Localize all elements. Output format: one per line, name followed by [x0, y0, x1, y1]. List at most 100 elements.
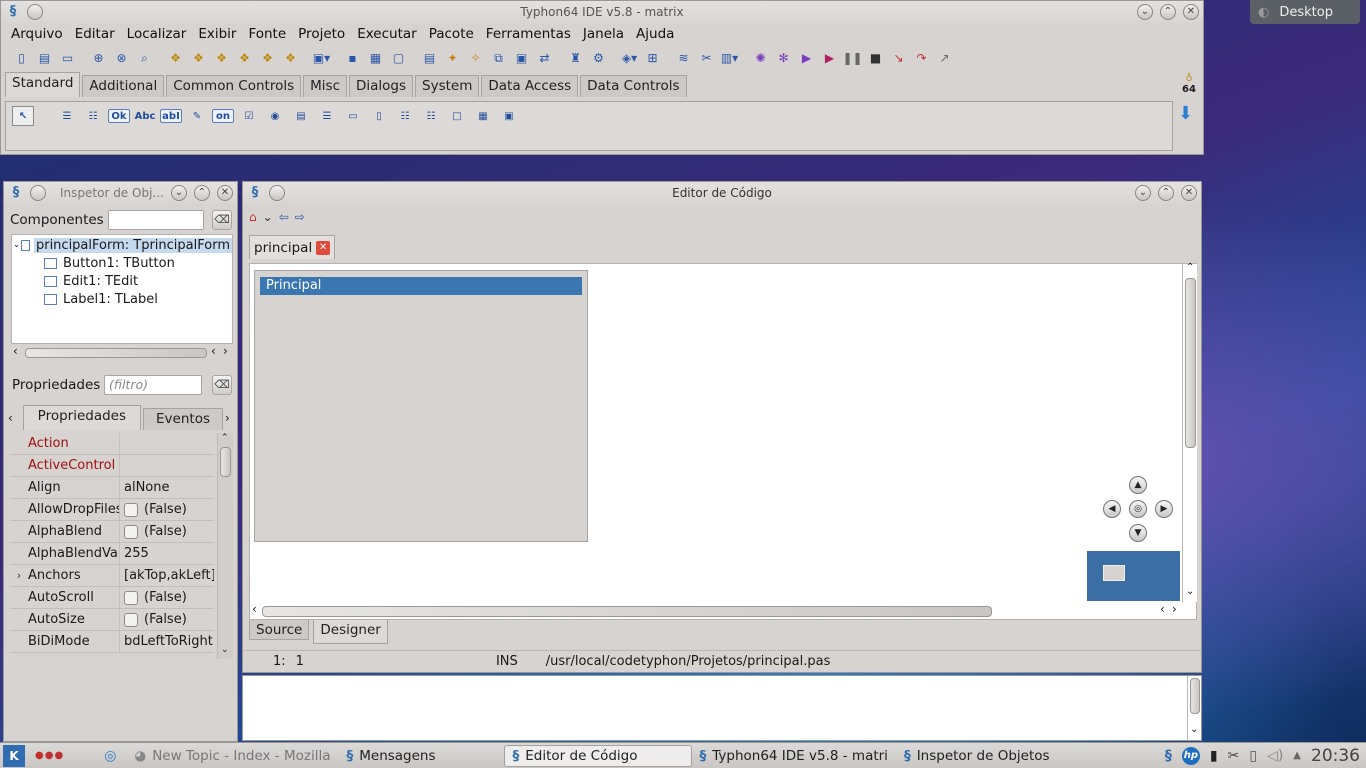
run-debug-icon[interactable]: ▶ [819, 48, 840, 68]
designer-vscrollbar[interactable]: ⌃ ⌄ [1182, 262, 1197, 602]
menu-ajuda[interactable]: Ajuda [630, 26, 680, 42]
combobox-icon[interactable]: ☰ [316, 106, 338, 126]
step-into-icon[interactable]: ↘ [888, 48, 909, 68]
props-vscrollbar[interactable]: ⌃ ⌄ [217, 433, 233, 659]
pause-icon[interactable]: ❚❚ [842, 48, 863, 68]
tabs-scroll-left-icon[interactable]: ‹ [8, 411, 23, 430]
scrollbar-icon[interactable]: ▭ [342, 106, 364, 126]
messages-vscrollbar[interactable]: ⌄ [1187, 676, 1201, 740]
property-row[interactable]: AutoSize (False) [10, 609, 214, 631]
package-icon-3[interactable]: ❖ [211, 48, 232, 68]
volume-icon[interactable]: ◁) [1267, 748, 1283, 764]
tab-propriedades[interactable]: Propriedades [22, 405, 142, 430]
tree-item-form[interactable]: ⌄ principalForm: TprincipalForm [12, 236, 232, 254]
tab-misc[interactable]: Misc [303, 75, 347, 97]
tab-dialogs[interactable]: Dialogs [349, 75, 414, 97]
paste-icon[interactable]: ▣ [511, 48, 532, 68]
tree-hscrollbar[interactable]: ‹ ‹ › [11, 344, 233, 360]
view-units-icon[interactable]: ▤ [419, 48, 440, 68]
filter-clear-icon[interactable]: ⌫ [212, 375, 232, 395]
tab-data-controls[interactable]: Data Controls [580, 75, 687, 97]
close-tab-icon[interactable]: ✕ [316, 240, 331, 255]
minimap[interactable] [1087, 551, 1180, 601]
typhon-tray-icon[interactable]: § [1165, 748, 1172, 764]
property-row[interactable]: › Anchors [akTop,akLeft] [10, 565, 214, 587]
typhon-app-icon[interactable]: § [8, 185, 24, 201]
property-value[interactable] [120, 433, 214, 454]
build-dropdown-icon[interactable]: ▥▾ [719, 48, 740, 68]
toggle-form-icon[interactable]: ✧ [465, 48, 486, 68]
pointer-icon[interactable]: ↖ [12, 106, 34, 126]
tab-designer[interactable]: Designer [313, 620, 388, 644]
new-file-icon[interactable]: ▯ [11, 48, 32, 68]
task-ide[interactable]: § Typhon64 IDE v5.8 - matri [692, 745, 896, 767]
listbox-icon[interactable]: ▤ [290, 106, 312, 126]
step-over-icon[interactable]: ↷ [911, 48, 932, 68]
wave-icon[interactable]: ≋ [673, 48, 694, 68]
project-dropdown-icon[interactable]: ◈▾ [619, 48, 640, 68]
property-row[interactable]: ActiveControl [10, 455, 214, 477]
menu-pacote[interactable]: Pacote [423, 26, 480, 42]
scroll-right-icon[interactable]: › [1172, 602, 1177, 616]
designer-hscrollbar[interactable]: ‹ ‹ › [250, 602, 1196, 619]
property-value[interactable]: [akTop,akLeft] [120, 565, 214, 586]
togglebox-icon[interactable]: on [212, 109, 234, 123]
menu-executar[interactable]: Executar [351, 26, 423, 42]
property-value[interactable]: (False) [120, 521, 214, 542]
tree-item-label1[interactable]: Label1: TLabel [12, 290, 232, 308]
props-vscroll-thumb[interactable] [220, 447, 231, 477]
stop-icon[interactable]: ■ [865, 48, 886, 68]
mainmenu-icon[interactable]: ☰ [56, 106, 78, 126]
clock[interactable]: 20:36 [1311, 746, 1360, 766]
menu-localizar[interactable]: Localizar [121, 26, 193, 42]
form-caption-bar[interactable]: Principal [260, 277, 582, 295]
radiobutton-icon[interactable]: ◉ [264, 106, 286, 126]
menu-fonte[interactable]: Fonte [242, 26, 292, 42]
nav-up-icon[interactable]: ▲ [1129, 476, 1147, 494]
tree-hscroll-thumb[interactable] [25, 348, 207, 358]
button-icon[interactable]: Ok [108, 109, 130, 123]
save-icon[interactable]: ▪ [342, 48, 363, 68]
gear-icon[interactable]: ✺ [750, 48, 771, 68]
close-file-icon[interactable]: ▢ [388, 48, 409, 68]
property-row[interactable]: AllowDropFiles (False) [10, 499, 214, 521]
scroll-down-icon[interactable]: ⌄ [1186, 586, 1194, 597]
tab-common-controls[interactable]: Common Controls [166, 75, 302, 97]
property-checkbox[interactable] [124, 590, 138, 605]
open-dropdown-icon[interactable]: ▣▾ [311, 48, 332, 68]
scroll-left-icon[interactable]: ‹ [252, 602, 257, 616]
scroll-up-icon[interactable]: ⌃ [221, 433, 229, 443]
property-value[interactable]: (False) [120, 587, 214, 608]
task-mensagens[interactable]: § Mensagens [338, 745, 443, 767]
tab-data-access[interactable]: Data Access [481, 75, 579, 97]
tab-system[interactable]: System [415, 75, 480, 97]
property-value[interactable]: (False) [120, 499, 214, 520]
tree-item-button1[interactable]: Button1: TButton [12, 254, 232, 272]
property-value[interactable]: 255 [120, 543, 214, 564]
designer-vscroll-thumb[interactable] [1185, 278, 1196, 448]
scroll-left-icon[interactable]: ‹ [211, 344, 216, 358]
inspector-titlebar[interactable]: § Inspetor de Obj... ⌄ ⌃ ✕ [4, 182, 237, 204]
menu-editar[interactable]: Editar [69, 26, 121, 42]
property-value[interactable]: alNone [120, 477, 214, 498]
property-checkbox[interactable] [124, 502, 138, 517]
scissors-tool-icon[interactable]: ✂ [696, 48, 717, 68]
hierarchy-icon[interactable]: ⊞ [642, 48, 663, 68]
menu-projeto[interactable]: Projeto [292, 26, 351, 42]
property-row[interactable]: Action [10, 433, 214, 455]
nav-center-icon[interactable]: ◎ [1129, 500, 1147, 518]
home-icon[interactable]: ⌂ [249, 210, 257, 224]
close-icon[interactable]: ✕ [1181, 185, 1197, 201]
collapse-arrow-icon[interactable]: ⌄ [12, 240, 21, 250]
label-icon[interactable]: Abc [134, 106, 156, 126]
maximize-icon[interactable]: ⌃ [1158, 185, 1174, 201]
property-checkbox[interactable] [124, 612, 138, 627]
close-icon[interactable]: ✕ [217, 185, 233, 201]
scroll-down-icon[interactable]: ⌄ [221, 645, 229, 655]
nav-right-icon[interactable]: ▶ [1155, 500, 1173, 518]
properties-filter-input[interactable]: (filtro) [104, 375, 202, 395]
property-value[interactable]: bdLeftToRight [120, 631, 214, 652]
forward-icon[interactable]: ⇨ [295, 210, 305, 224]
kde-menu-icon[interactable]: K [3, 744, 25, 767]
property-row[interactable]: AlphaBlendVal 255 [10, 543, 214, 565]
